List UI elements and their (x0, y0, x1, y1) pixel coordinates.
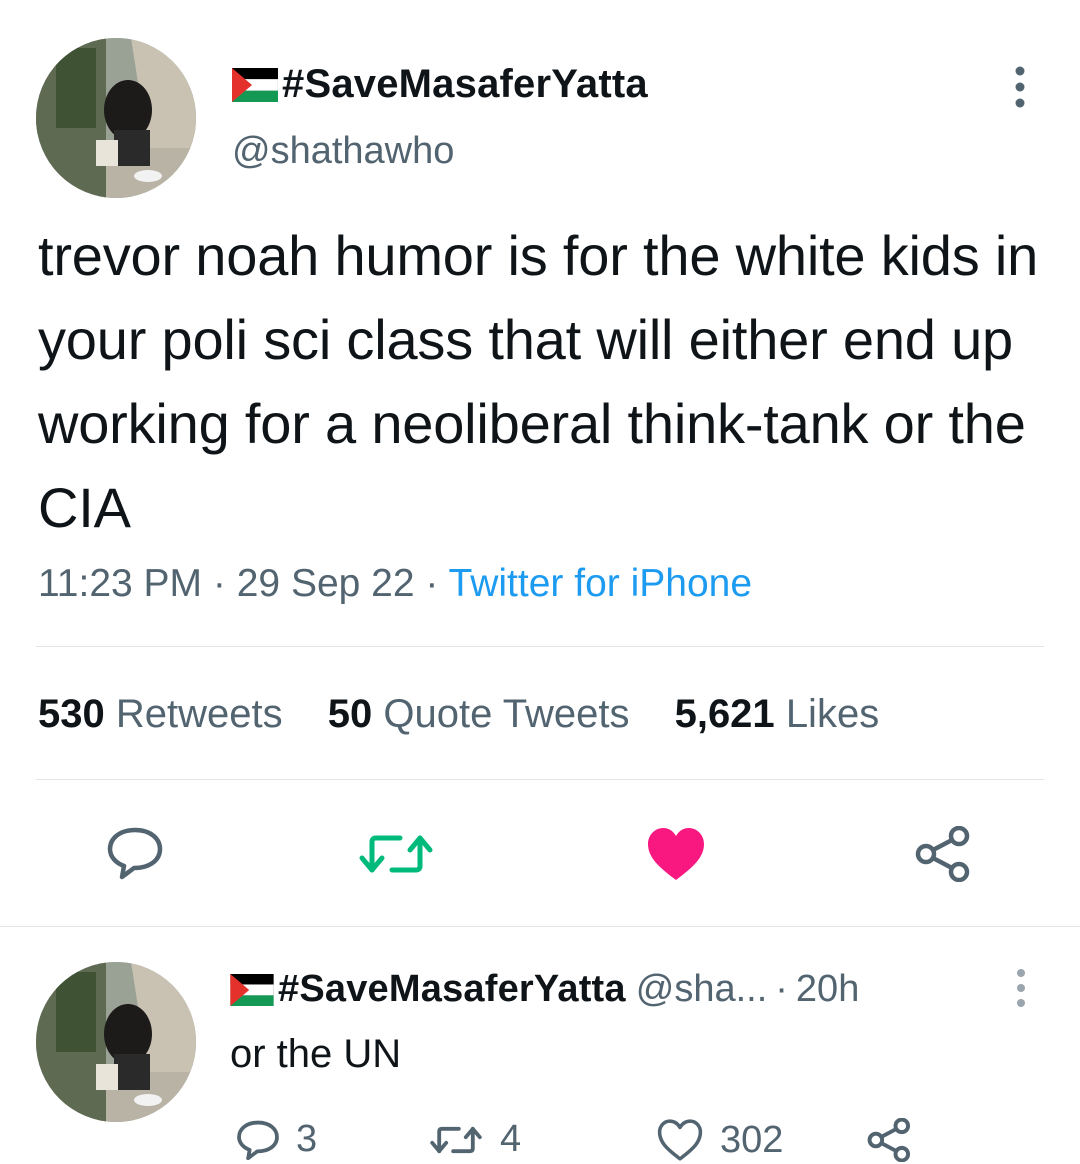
reply-icon (107, 827, 163, 880)
reply-share-button[interactable] (866, 1118, 930, 1162)
tweet-source-link[interactable]: Twitter for iPhone (449, 562, 752, 605)
palestine-flag-icon (230, 973, 274, 1006)
tweet-date[interactable]: 29 Sep 22 (237, 562, 415, 605)
like-button[interactable] (646, 826, 706, 882)
tweet-stats: 530 Retweets 50 Quote Tweets 5,621 Likes (38, 692, 913, 737)
reply-like-button[interactable]: 302 (656, 1118, 783, 1162)
divider (36, 646, 1044, 647)
avatar-photo (36, 38, 196, 198)
reply-display-name: #SaveMasaferYatta (278, 968, 626, 1010)
more-options-icon[interactable] (1008, 966, 1034, 1010)
more-options-icon[interactable] (1006, 64, 1034, 110)
author-display-name: #SaveMasaferYatta (282, 62, 648, 106)
avatar-photo (36, 962, 196, 1122)
likes-stat[interactable]: 5,621 Likes (675, 692, 880, 736)
meta-separator: · (212, 562, 226, 605)
retweet-icon (430, 1126, 482, 1153)
reply-action-bar: 3 4 302 (0, 1118, 1080, 1164)
divider (0, 926, 1080, 927)
avatar[interactable] (36, 38, 196, 198)
heart-filled-icon (648, 828, 704, 880)
reply-text: or the UN (230, 1032, 402, 1076)
reply-time[interactable]: 20h (796, 968, 859, 1011)
palestine-flag-icon (232, 67, 278, 102)
like-count: 302 (720, 1118, 784, 1161)
retweet-count: 4 (500, 1118, 522, 1160)
retweets-stat[interactable]: 530 Retweets (38, 692, 283, 736)
heart-outline-icon (657, 1119, 703, 1161)
author-handle: @shathawho (232, 130, 455, 172)
retweet-icon (359, 835, 433, 873)
tweet-meta: 11:23 PM · 29 Sep 22 · Twitter for iPhon… (38, 562, 752, 606)
share-button[interactable] (914, 826, 974, 882)
tweet-text: trevor noah humor is for the white kids … (38, 224, 1039, 539)
share-icon (867, 1118, 911, 1162)
reply-icon (237, 1120, 279, 1160)
reply-handle: @sha... (635, 968, 768, 1010)
quote-tweets-stat[interactable]: 50 Quote Tweets (328, 692, 630, 736)
reply-button[interactable] (106, 826, 164, 880)
reply-avatar[interactable] (36, 962, 196, 1122)
share-icon (915, 826, 970, 882)
author-name-row[interactable]: #SaveMasaferYatta (232, 62, 648, 107)
reply-retweet-button[interactable]: 4 (428, 1118, 521, 1161)
reply-reply-button[interactable]: 3 (236, 1118, 317, 1161)
divider (36, 779, 1044, 780)
retweet-button[interactable] (356, 830, 436, 878)
reply-count: 3 (296, 1118, 318, 1160)
meta-separator: · (425, 562, 439, 605)
tweet-time[interactable]: 11:23 PM (38, 562, 202, 605)
reply-header[interactable]: #SaveMasaferYatta @sha... · 20h (230, 968, 859, 1011)
meta-separator: · (775, 968, 788, 1010)
